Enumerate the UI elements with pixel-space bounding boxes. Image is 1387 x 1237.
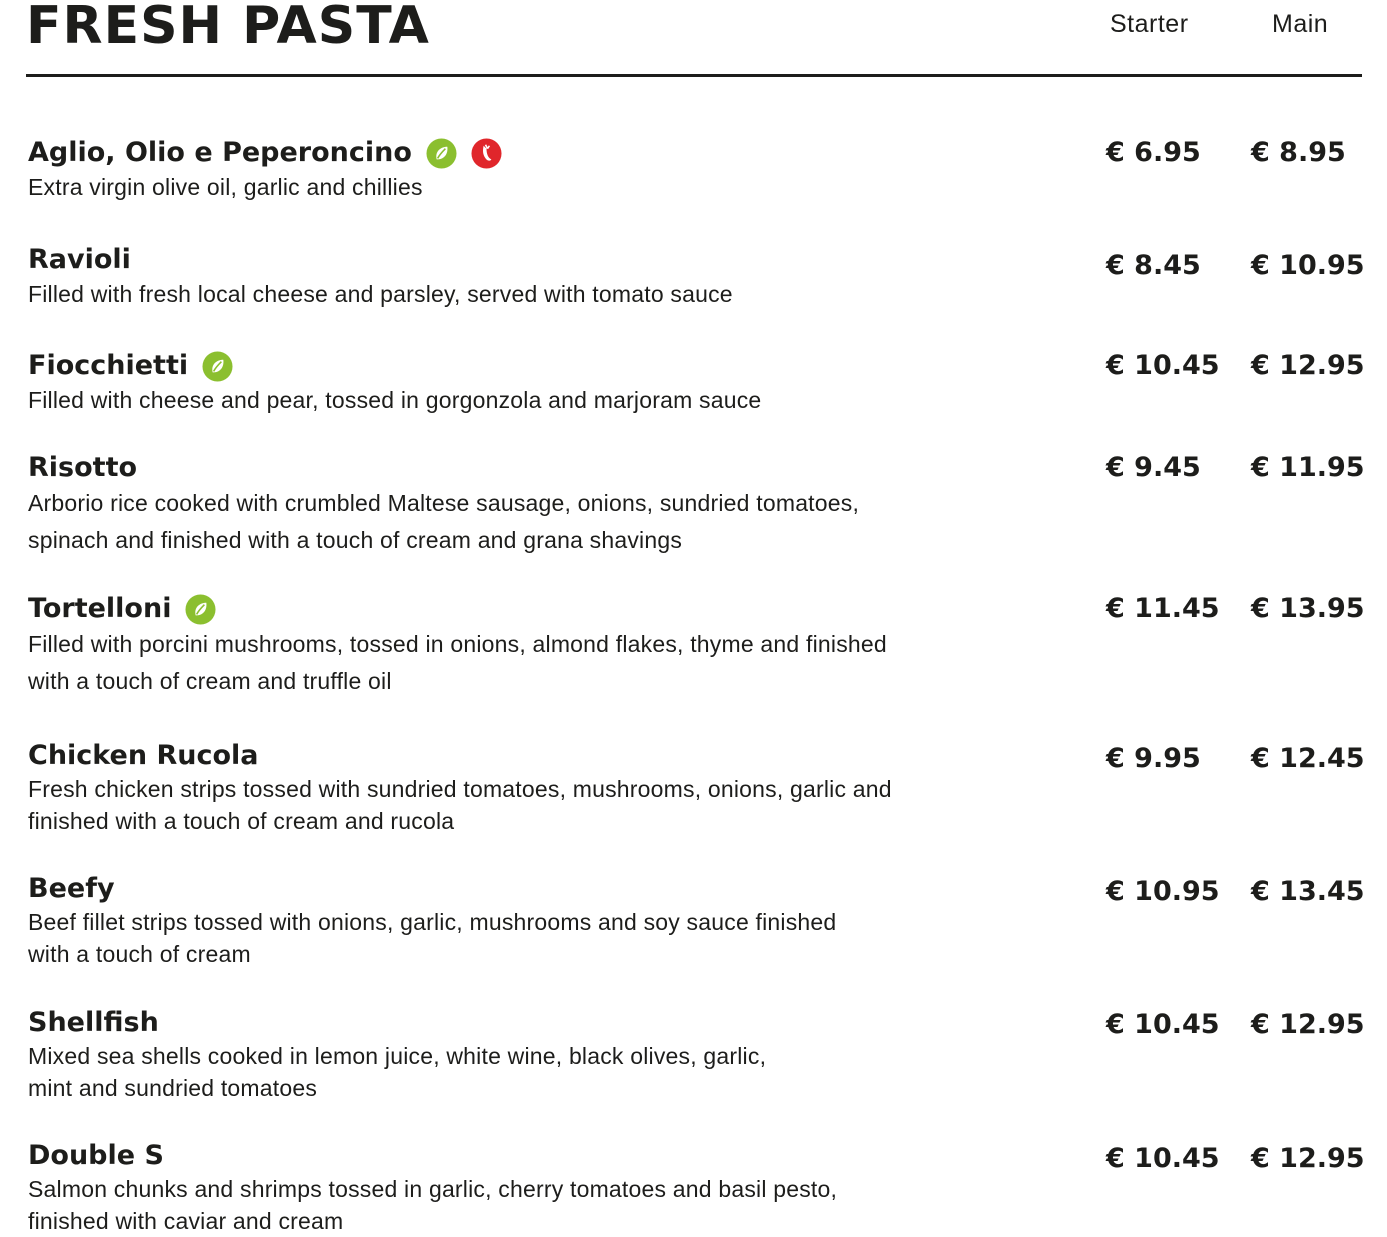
menu-item-name: Risotto bbox=[28, 452, 138, 483]
price-main: € 11.95 bbox=[1251, 452, 1365, 483]
menu-item-name: Fiocchietti bbox=[28, 350, 189, 381]
menu-item-description-line-1: Salmon chunks and shrimps tossed in garl… bbox=[28, 1176, 838, 1202]
menu-item-description: Filled with cheese and pear, tossed in g… bbox=[28, 387, 762, 413]
price-main: € 10.95 bbox=[1251, 250, 1365, 281]
menu-item-name: Shellfish bbox=[28, 1007, 159, 1038]
menu-item-name-row: Aglio, Olio e Peperoncino bbox=[28, 136, 502, 170]
price-starter: € 6.95 bbox=[1106, 137, 1201, 168]
leaf-icon bbox=[202, 350, 233, 382]
price-starter: € 10.45 bbox=[1106, 350, 1220, 381]
menu-item-description-line-2: with a touch of cream bbox=[28, 941, 251, 967]
menu-item-description-line-2: finished with caviar and cream bbox=[28, 1208, 344, 1234]
menu-item-name-row: Risotto bbox=[28, 451, 137, 485]
menu-item-name-row: Double S bbox=[28, 1139, 164, 1173]
price-starter: € 11.45 bbox=[1106, 593, 1220, 624]
menu-item-name-row: Tortelloni bbox=[28, 592, 216, 626]
menu-item-name: Chicken Rucola bbox=[28, 740, 259, 771]
menu-item: Tortelloni Filled with porcini mushrooms… bbox=[28, 592, 1368, 700]
menu-item-description-line-2: mint and sundried tomatoes bbox=[28, 1075, 318, 1101]
price-starter: € 9.45 bbox=[1106, 452, 1201, 483]
menu-item-name: Tortelloni bbox=[28, 593, 172, 624]
menu-item: Beefy Beef fillet strips tossed with oni… bbox=[28, 872, 1368, 970]
menu-item-description-line-2: with a touch of cream and truffle oil bbox=[28, 668, 392, 694]
menu-item-description-line-1: Fresh chicken strips tossed with sundrie… bbox=[28, 776, 892, 802]
header-divider bbox=[26, 74, 1362, 77]
menu-item-description-line-2: spinach and finished with a touch of cre… bbox=[28, 527, 683, 553]
price-starter: € 10.95 bbox=[1106, 876, 1220, 907]
menu-item-description-line-1: Arborio rice cooked with crumbled Maltes… bbox=[28, 490, 860, 516]
menu-item-name: Double S bbox=[28, 1140, 164, 1171]
price-main: € 12.95 bbox=[1251, 1009, 1365, 1040]
price-starter: € 10.45 bbox=[1106, 1009, 1220, 1040]
chilli-icon bbox=[471, 137, 502, 169]
menu-item-name: Ravioli bbox=[28, 244, 131, 275]
menu-item: Aglio, Olio e Peperoncino Extra virgin o… bbox=[28, 136, 1368, 204]
menu-item-name-row: Chicken Rucola bbox=[28, 739, 259, 773]
menu-item-name-row: Fiocchietti bbox=[28, 349, 233, 383]
leaf-icon bbox=[185, 593, 216, 625]
menu-item-description-line-1: Mixed sea shells cooked in lemon juice, … bbox=[28, 1043, 767, 1069]
column-header-main: Main bbox=[1272, 10, 1329, 38]
menu-item-name-row: Ravioli bbox=[28, 243, 131, 277]
menu-item: Double S Salmon chunks and shrimps tosse… bbox=[28, 1139, 1368, 1237]
menu-item-name: Aglio, Olio e Peperoncino bbox=[28, 137, 412, 168]
menu-item-description-line-1: Beef fillet strips tossed with onions, g… bbox=[28, 909, 837, 935]
menu-item-description-line-1: Filled with porcini mushrooms, tossed in… bbox=[28, 631, 887, 657]
leaf-icon bbox=[426, 137, 457, 169]
menu-item-name: Beefy bbox=[28, 873, 115, 904]
menu-item: Ravioli Filled with fresh local cheese a… bbox=[28, 243, 1368, 311]
menu-item-description: Extra virgin olive oil, garlic and chill… bbox=[28, 174, 423, 200]
price-starter: € 9.95 bbox=[1106, 743, 1201, 774]
menu-item: Chicken Rucola Fresh chicken strips toss… bbox=[28, 739, 1368, 837]
price-main: € 12.95 bbox=[1251, 1143, 1365, 1174]
menu-item-name-row: Shellfish bbox=[28, 1006, 159, 1040]
menu-item-description-line-2: finished with a touch of cream and rucol… bbox=[28, 808, 455, 834]
price-starter: € 8.45 bbox=[1106, 250, 1201, 281]
price-starter: € 10.45 bbox=[1106, 1143, 1220, 1174]
column-header-starter: Starter bbox=[1110, 10, 1189, 38]
page-title: FRESH PASTA bbox=[26, 0, 430, 56]
menu-item: Fiocchietti Filled with cheese and pear,… bbox=[28, 349, 1368, 417]
menu-item: Risotto Arborio rice cooked with crumble… bbox=[28, 451, 1368, 559]
price-main: € 12.45 bbox=[1251, 743, 1365, 774]
menu-item-name-row: Beefy bbox=[28, 872, 115, 906]
price-main: € 8.95 bbox=[1251, 137, 1346, 168]
price-main: € 13.95 bbox=[1251, 593, 1365, 624]
price-main: € 12.95 bbox=[1251, 350, 1365, 381]
menu-item: Shellfish Mixed sea shells cooked in lem… bbox=[28, 1006, 1368, 1104]
price-main: € 13.45 bbox=[1251, 876, 1365, 907]
